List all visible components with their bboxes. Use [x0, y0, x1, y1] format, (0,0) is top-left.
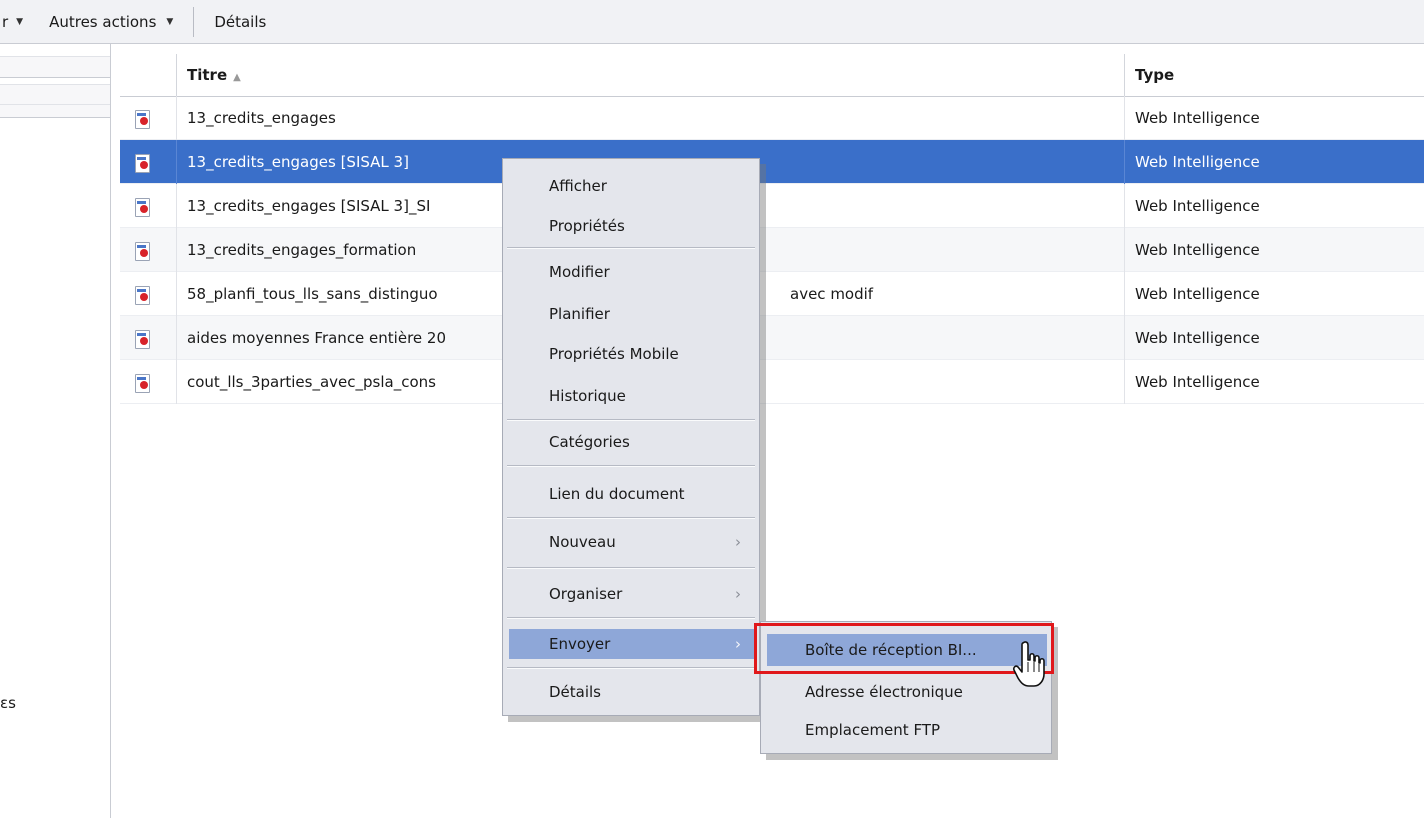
- menu-separator: [507, 567, 755, 569]
- chevron-down-icon: ▼: [166, 16, 174, 27]
- webi-document-icon: [134, 285, 150, 305]
- table-row[interactable]: 13_credits_engages_formation Web Intelli…: [120, 228, 1424, 272]
- row-type: Web Intelligence: [1124, 140, 1424, 184]
- webi-document-icon: [134, 197, 150, 217]
- submenu-item-emplacement-ftp[interactable]: Emplacement FTP: [767, 714, 1047, 746]
- hand-pointer-icon: [1013, 641, 1045, 687]
- menu-item-planifier[interactable]: Planifier: [509, 299, 755, 329]
- left-panel-row[interactable]: [0, 104, 110, 118]
- webi-document-icon: [134, 329, 150, 349]
- toolbar: r ▼ Autres actions ▼ Détails: [0, 0, 1424, 44]
- row-type: Web Intelligence: [1124, 184, 1424, 228]
- row-type: Web Intelligence: [1124, 228, 1424, 272]
- webi-document-icon: [134, 153, 150, 173]
- column-header-icon: [120, 54, 176, 96]
- details-button[interactable]: Détails: [214, 0, 266, 44]
- menu-item-details[interactable]: Détails: [509, 677, 755, 707]
- highlight-box: [754, 623, 1054, 674]
- toolbar-separator: [193, 6, 195, 37]
- column-header-type[interactable]: Type: [1124, 54, 1424, 96]
- row-type: Web Intelligence: [1124, 272, 1424, 316]
- menu-separator: [507, 419, 755, 421]
- menu-item-label: Envoyer: [549, 635, 611, 653]
- details-label: Détails: [214, 12, 267, 31]
- table-row-selected[interactable]: 13_credits_engages [SISAL 3] Web Intelli…: [120, 140, 1424, 184]
- table-row[interactable]: aides moyennes France entière 20 Web Int…: [120, 316, 1424, 360]
- menu-item-lien-document[interactable]: Lien du document: [509, 479, 755, 509]
- menu-separator: [507, 247, 755, 249]
- toolbar-partial-label: r: [2, 12, 9, 31]
- menu-item-proprietes[interactable]: Propriétés: [509, 211, 755, 241]
- table-row[interactable]: 13_credits_engages [SISAL 3]_SI Web Inte…: [120, 184, 1424, 228]
- menu-item-organiser[interactable]: Organiser ›: [509, 579, 755, 609]
- menu-item-modifier[interactable]: Modifier: [509, 257, 755, 287]
- menu-separator: [507, 517, 755, 519]
- submenu-item-adresse-electronique[interactable]: Adresse électronique: [767, 676, 1047, 708]
- menu-item-afficher[interactable]: Afficher: [509, 171, 755, 201]
- menu-item-label: Nouveau: [549, 533, 616, 551]
- row-title-overflow: avec modif: [790, 285, 874, 303]
- table-row[interactable]: 13_credits_engages Web Intelligence: [120, 96, 1424, 140]
- chevron-right-icon: ›: [735, 585, 741, 603]
- menu-item-label: Organiser: [549, 585, 623, 603]
- left-panel-partial-label[interactable]: ɛs: [0, 694, 16, 712]
- left-panel-row[interactable]: [0, 56, 110, 78]
- table-row[interactable]: cout_lls_3parties_avec_psla_cons Web Int…: [120, 360, 1424, 404]
- menu-separator: [507, 667, 755, 669]
- left-panel-row[interactable]: [0, 84, 110, 106]
- more-actions-label: Autres actions: [49, 12, 157, 31]
- menu-item-envoyer[interactable]: Envoyer ›: [509, 629, 755, 659]
- row-type: Web Intelligence: [1124, 316, 1424, 360]
- chevron-down-icon: ▼: [16, 16, 24, 27]
- column-type-label: Type: [1135, 66, 1175, 84]
- row-type: Web Intelligence: [1124, 96, 1424, 140]
- more-actions-menu[interactable]: Autres actions ▼: [49, 0, 173, 44]
- menu-item-proprietes-mobile[interactable]: Propriétés Mobile: [509, 339, 755, 369]
- menu-separator: [507, 617, 755, 619]
- column-header-title[interactable]: Titre ▲: [176, 54, 1124, 96]
- column-title-label: Titre: [187, 66, 228, 84]
- menu-item-categories[interactable]: Catégories: [509, 427, 755, 457]
- table-header: Titre ▲ Type: [120, 54, 1424, 97]
- context-menu: Afficher Propriétés Modifier Planifier P…: [502, 158, 760, 716]
- menu-item-historique[interactable]: Historique: [509, 381, 755, 411]
- toolbar-partial-menu[interactable]: r ▼: [2, 0, 23, 44]
- sort-ascending-icon: ▲: [233, 72, 241, 83]
- row-title: 13_credits_engages: [176, 96, 1124, 140]
- table-row[interactable]: 58_planfi_tous_lls_sans_distinguo avec m…: [120, 272, 1424, 316]
- menu-item-nouveau[interactable]: Nouveau ›: [509, 527, 755, 557]
- webi-document-icon: [134, 109, 150, 129]
- chevron-right-icon: ›: [735, 635, 741, 653]
- row-type: Web Intelligence: [1124, 360, 1424, 404]
- webi-document-icon: [134, 241, 150, 261]
- chevron-right-icon: ›: [735, 533, 741, 551]
- webi-document-icon: [134, 373, 150, 393]
- menu-separator: [507, 465, 755, 467]
- left-panel: ɛs: [0, 44, 111, 818]
